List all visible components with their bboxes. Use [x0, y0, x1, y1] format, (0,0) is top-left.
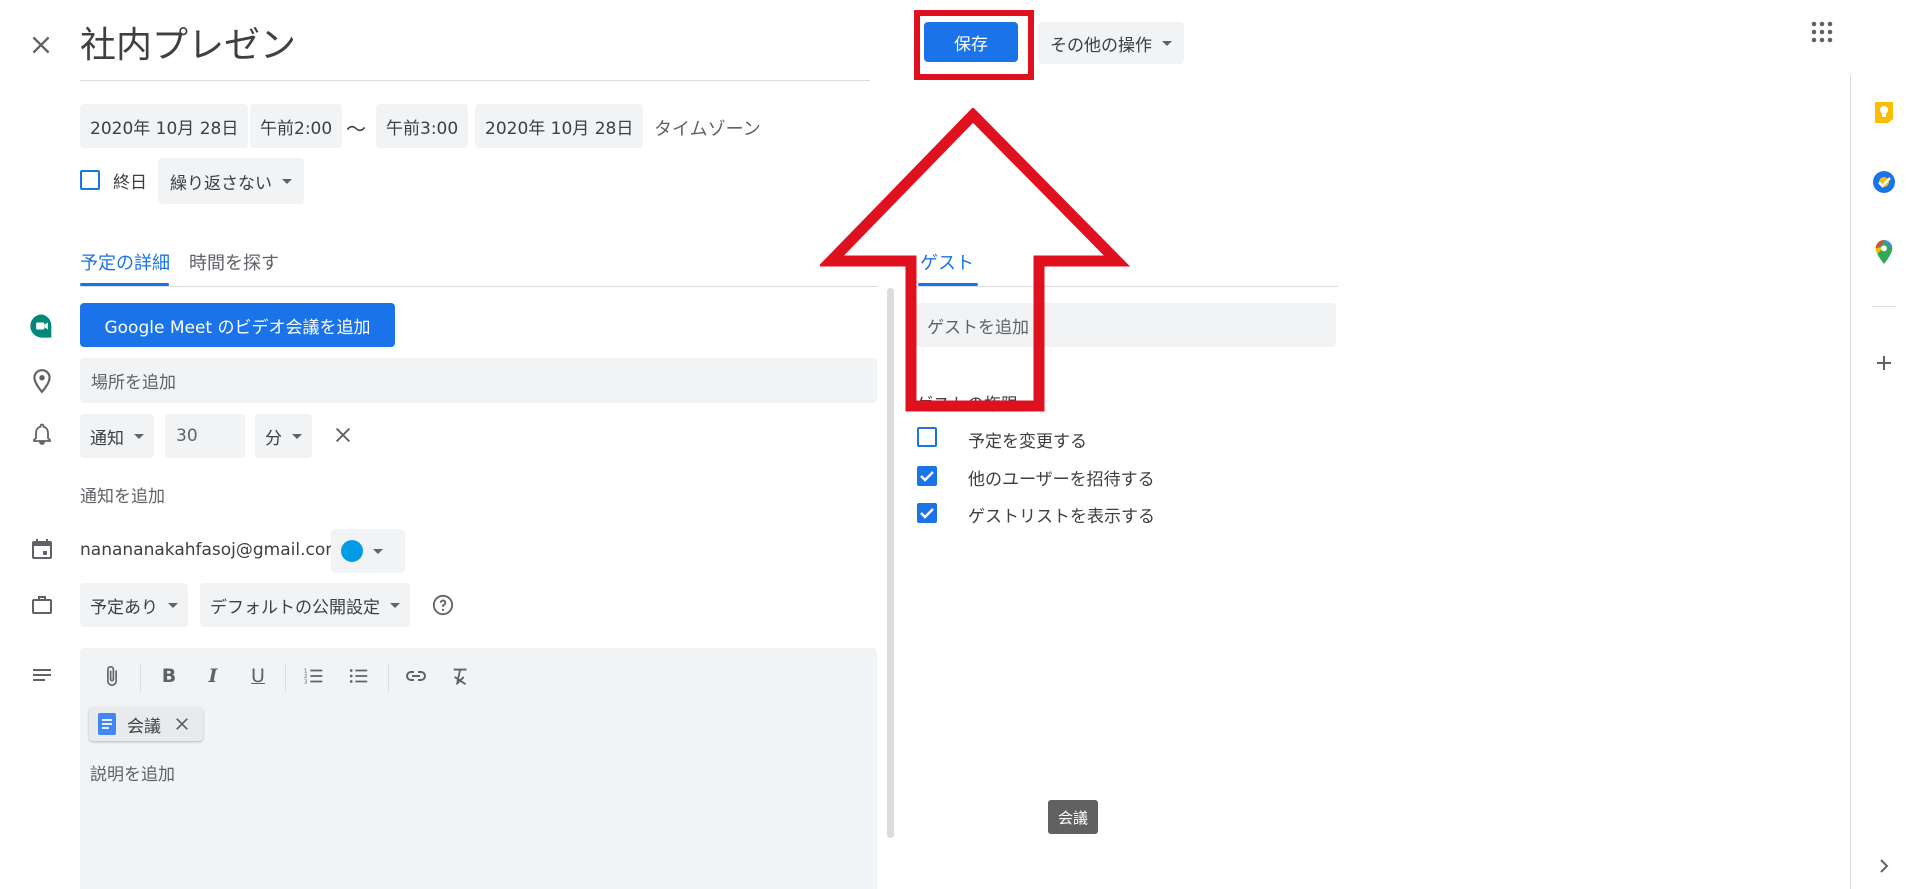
calendar-color-dot: [341, 540, 363, 562]
permission-invite-checkbox[interactable]: [917, 466, 937, 486]
close-icon[interactable]: [28, 32, 54, 58]
briefcase-icon: [30, 593, 54, 617]
meet-icon: [28, 312, 56, 340]
location-input[interactable]: 場所を追加: [80, 358, 877, 403]
permission-invite-label: 他のユーザーを招待する: [968, 470, 1155, 490]
svg-text:3: 3: [304, 679, 308, 685]
start-date-field[interactable]: 2020年 10月 28日: [80, 104, 249, 148]
attachment-chip[interactable]: 会議: [89, 707, 203, 741]
attachment-tooltip: 会議: [1048, 800, 1098, 834]
notification-value-input[interactable]: 30: [165, 414, 245, 458]
location-pin-icon: [29, 368, 55, 394]
permission-modify-label: 予定を変更する: [968, 432, 1087, 452]
permission-see-list-label: ゲストリストを表示する: [968, 507, 1155, 527]
description-icon: [30, 665, 54, 689]
repeat-dropdown[interactable]: 繰り返さない: [158, 158, 304, 204]
remove-notification-icon[interactable]: [332, 424, 354, 446]
busy-status-dropdown[interactable]: 予定あり: [80, 583, 188, 627]
maps-icon[interactable]: [1870, 238, 1898, 266]
numbered-list-icon[interactable]: 123: [300, 662, 328, 690]
tab-find-time[interactable]: 時間を探す: [189, 249, 279, 275]
time-separator: 〜: [346, 117, 366, 141]
all-day-checkbox[interactable]: [80, 170, 100, 190]
calendar-owner: nanananakahfasoj@gmail.com: [80, 540, 342, 560]
event-title-input[interactable]: 社内プレゼン: [80, 20, 870, 81]
italic-icon[interactable]: I: [199, 662, 227, 690]
calendar-color-dropdown[interactable]: [331, 529, 405, 573]
notification-unit-dropdown[interactable]: 分: [255, 414, 312, 458]
chevron-right-icon[interactable]: [1870, 852, 1898, 880]
attachment-icon[interactable]: [98, 662, 126, 690]
apps-grid-icon[interactable]: [1810, 20, 1834, 44]
notification-type-dropdown[interactable]: 通知: [80, 414, 154, 458]
end-time-field[interactable]: 午前3:00: [376, 104, 469, 148]
bulleted-list-icon[interactable]: [345, 662, 373, 690]
event-title: 社内プレゼン: [80, 25, 297, 66]
calendar-icon: [30, 537, 54, 561]
all-day-label: 終日: [113, 173, 147, 193]
tasks-icon[interactable]: [1870, 168, 1898, 196]
side-panel-separator: [1872, 306, 1896, 307]
link-icon[interactable]: [402, 662, 430, 690]
visibility-dropdown[interactable]: デフォルトの公開設定: [200, 583, 410, 627]
annotation-arrow: [820, 108, 1130, 412]
bold-icon[interactable]: B: [155, 662, 183, 690]
keep-icon[interactable]: [1870, 98, 1898, 126]
more-actions-dropdown[interactable]: その他の操作: [1038, 22, 1184, 64]
tab-event-details[interactable]: 予定の詳細: [80, 249, 170, 275]
save-highlight-box: [914, 10, 1034, 80]
end-date-field[interactable]: 2020年 10月 28日: [475, 104, 644, 148]
clear-format-icon[interactable]: [447, 662, 475, 690]
add-meet-button[interactable]: Google Meet のビデオ会議を追加: [80, 303, 395, 347]
doc-icon: [98, 713, 116, 735]
start-time-field[interactable]: 午前2:00: [250, 104, 343, 148]
add-notification-link[interactable]: 通知を追加: [80, 482, 165, 507]
help-icon[interactable]: [432, 594, 454, 616]
attachment-name: 会議: [127, 716, 161, 737]
permission-see-list-checkbox[interactable]: [917, 503, 937, 523]
permission-modify-checkbox[interactable]: [917, 427, 937, 447]
underline-icon[interactable]: U: [244, 662, 272, 690]
bell-icon: [30, 422, 54, 446]
side-panel-divider: [1850, 75, 1851, 889]
plus-icon[interactable]: [1870, 349, 1898, 377]
tabs-divider: [80, 286, 878, 287]
remove-attachment-icon[interactable]: [173, 715, 191, 733]
timezone-link[interactable]: タイムゾーン: [654, 115, 761, 141]
description-placeholder: 説明を追加: [90, 765, 175, 785]
